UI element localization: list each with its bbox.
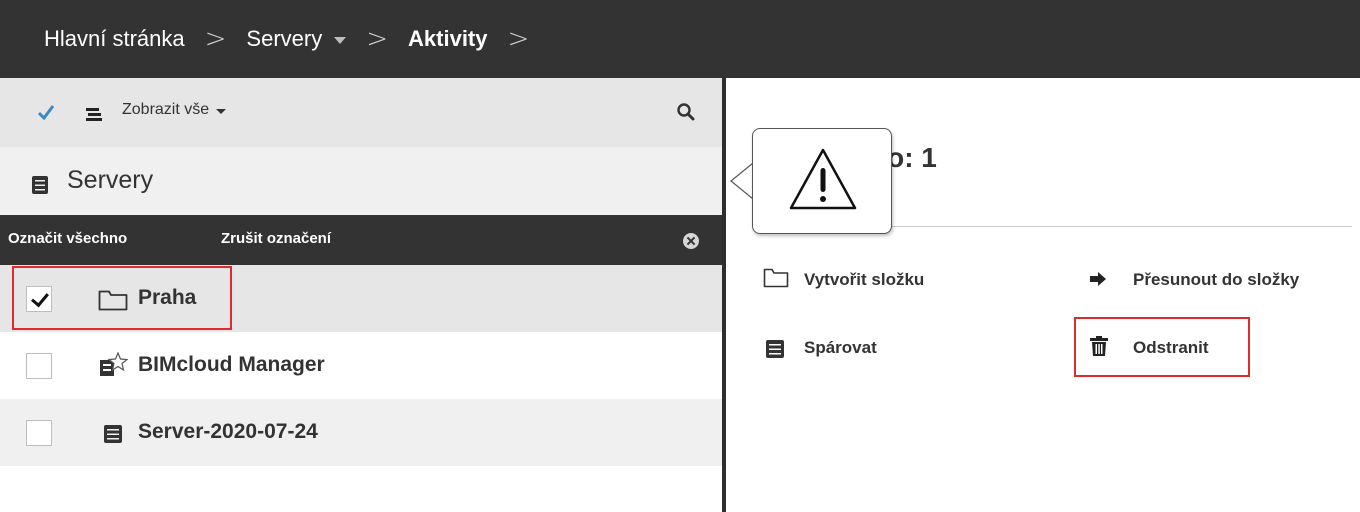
left-toolbar: Zobrazit vše (0, 78, 722, 147)
close-icon[interactable] (683, 233, 699, 249)
server-icon (32, 176, 48, 194)
list-item-label: BIMcloud Manager (138, 353, 325, 376)
panel-title: Servery (67, 166, 154, 194)
breadcrumb-separator-icon: > (366, 24, 389, 54)
top-breadcrumb-bar: Hlavní stránka > Servery > Aktivity > (0, 0, 1360, 78)
breadcrumb-separator-icon: > (204, 24, 227, 54)
breadcrumb-home[interactable]: Hlavní stránka (44, 26, 185, 52)
list-item-label: Server-2020-07-24 (138, 420, 318, 443)
list-item[interactable]: BIMcloud Manager (0, 332, 722, 399)
chevron-down-icon[interactable] (334, 36, 347, 44)
checkmark-icon[interactable] (38, 104, 54, 120)
callout-tail (730, 163, 754, 199)
deselect-link[interactable]: Zrušit označení (221, 230, 331, 247)
highlight-frame (12, 266, 232, 330)
list-item[interactable]: Server-2020-07-24 (0, 399, 722, 466)
list-menu-icon[interactable] (86, 108, 102, 121)
breadcrumb-current[interactable]: Aktivity (408, 26, 487, 52)
show-all-label: Zobrazit vše (122, 101, 210, 118)
row-checkbox[interactable] (26, 353, 52, 379)
server-icon (104, 425, 122, 443)
show-all-dropdown[interactable]: Zobrazit vše (122, 101, 227, 119)
create-folder-button[interactable]: Vytvořit složku (804, 270, 924, 290)
breadcrumb-separator-icon: > (507, 24, 530, 54)
chevron-down-icon (216, 108, 227, 114)
row-checkbox[interactable] (26, 420, 52, 446)
move-to-folder-button[interactable]: Přesunout do složky (1133, 270, 1299, 290)
arrow-right-icon (1090, 272, 1106, 286)
select-all-link[interactable]: Označit všechno (8, 230, 127, 247)
selection-bar: Označit všechno Zrušit označení (0, 215, 722, 265)
search-icon[interactable] (676, 102, 696, 122)
bimcloud-manager-icon (100, 352, 128, 376)
server-icon (766, 340, 784, 358)
warning-icon (789, 148, 857, 210)
breadcrumb-servers-label: Servery (246, 26, 323, 51)
breadcrumb-servers[interactable]: Servery (246, 26, 347, 52)
pair-button[interactable]: Spárovat (804, 338, 877, 358)
panel-divider[interactable] (722, 78, 726, 512)
folder-icon (763, 268, 789, 288)
highlight-frame (1074, 317, 1250, 377)
